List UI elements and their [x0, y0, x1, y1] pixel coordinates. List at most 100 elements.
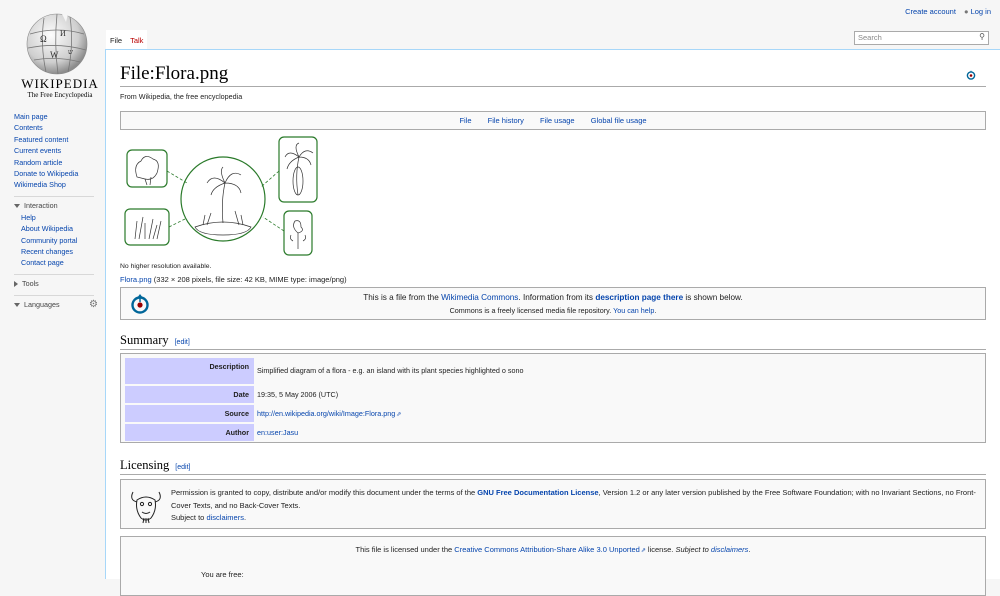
section-divider — [120, 474, 986, 475]
sidebar-section-languages[interactable]: Languages ⚙ — [14, 299, 100, 311]
sidebar-item-community-portal[interactable]: Community portal — [14, 235, 100, 246]
cc-text-part: . — [748, 545, 751, 554]
chevron-right-icon — [14, 280, 18, 287]
search-icon[interactable]: ⚲ — [979, 32, 985, 41]
sidebar: Main page Contents Featured content Curr… — [14, 111, 100, 311]
create-account-link[interactable]: Create account — [905, 7, 956, 16]
cc-text-part: This file is licensed under the — [355, 545, 455, 554]
chevron-down-icon — [14, 302, 20, 307]
sidebar-item-donate[interactable]: Donate to Wikipedia — [14, 168, 100, 179]
commons-text: . Information from its — [518, 293, 596, 302]
sidebar-item-random-article[interactable]: Random article — [14, 157, 100, 168]
file-meta: (332 × 208 pixels, file size: 42 KB, MIM… — [151, 275, 347, 284]
sidebar-divider — [14, 195, 94, 197]
file-link[interactable]: Flora.png — [120, 275, 152, 284]
svg-text:Ω: Ω — [40, 34, 47, 44]
log-in-link[interactable]: Log in — [971, 7, 991, 16]
sidebar-divider — [14, 294, 94, 296]
tab-file[interactable]: File — [106, 30, 127, 49]
content-area: File:Flora.png From Wikipedia, the free … — [105, 49, 1000, 596]
svg-text:ש: ש — [68, 48, 73, 56]
wordmark: WIKIPEDIA — [21, 76, 99, 91]
file-toc: File File history File usage Global file… — [120, 111, 986, 130]
toc-file-usage[interactable]: File usage — [540, 116, 575, 125]
sidebar-item-contents[interactable]: Contents — [14, 122, 100, 133]
gfdl-link[interactable]: GNU Free Documentation License — [477, 488, 598, 497]
licensing-heading: Licensing [edit] — [120, 458, 190, 473]
cc-text-part: license. — [645, 545, 676, 554]
table-row: Date 19:35, 5 May 2006 (UTC) — [125, 386, 981, 403]
sidebar-item-about[interactable]: About Wikipedia — [14, 223, 100, 234]
row-key: Date — [125, 386, 254, 403]
gfdl-notice: Permission is granted to copy, distribut… — [120, 479, 986, 529]
cc-disclaimers-link[interactable]: disclaimers — [711, 545, 749, 554]
summary-table: Description Simplified diagram of a flor… — [120, 353, 986, 443]
author-link[interactable]: en:user:Jasu — [257, 424, 298, 441]
disclaimers-link[interactable]: disclaimers — [206, 513, 244, 522]
gear-icon[interactable]: ⚙ — [89, 299, 98, 311]
toc-global-file-usage[interactable]: Global file usage — [591, 116, 647, 125]
cc-license-link[interactable]: Creative Commons Attribution-Share Alike… — [454, 545, 646, 554]
gnu-head-icon — [131, 491, 161, 524]
commons-line-1: This is a file from the Wikimedia Common… — [121, 293, 985, 302]
sidebar-divider — [14, 273, 94, 275]
file-info: Flora.png (332 × 208 pixels, file size: … — [120, 275, 347, 284]
sidebar-item-main-page[interactable]: Main page — [14, 111, 100, 122]
table-row: Author en:user:Jasu — [125, 424, 981, 441]
commons-text: . — [654, 306, 657, 315]
sidebar-section-label: Languages — [24, 299, 60, 309]
cc-license-notice: This file is licensed under the Creative… — [120, 536, 986, 596]
sidebar-item-wikimedia-shop[interactable]: Wikimedia Shop — [14, 179, 100, 190]
commons-icon[interactable] — [966, 70, 976, 80]
site-subtitle: From Wikipedia, the free encyclopedia — [120, 92, 243, 101]
title-divider — [120, 86, 986, 87]
summary-edit-link[interactable]: [edit] — [175, 339, 190, 346]
licensing-edit-link[interactable]: [edit] — [175, 464, 190, 471]
tagline: The Free Encyclopedia — [27, 91, 93, 99]
svg-text:И: И — [60, 29, 66, 38]
user-icon: ● — [964, 7, 969, 16]
wikipedia-logo[interactable]: Ω И W ש WIKIPEDIA The Free Encyclopedia — [8, 6, 103, 99]
commons-text: This is a file from the — [363, 293, 442, 302]
sidebar-section-interaction[interactable]: Interaction — [14, 200, 100, 212]
you-can-help-link[interactable]: You can help — [613, 306, 654, 315]
flora-diagram-image[interactable] — [123, 135, 323, 260]
gfdl-text-part: Subject to — [171, 513, 207, 522]
table-row: Description Simplified diagram of a flor… — [125, 358, 981, 384]
gfdl-text: Permission is granted to copy, distribut… — [171, 487, 983, 525]
page-tabs: File Talk — [106, 30, 148, 49]
commons-notice: This is a file from the Wikimedia Common… — [120, 287, 986, 320]
description-page-link[interactable]: description page there — [595, 293, 683, 302]
summary-heading: Summary [edit] — [120, 333, 190, 348]
row-key: Author — [125, 424, 254, 441]
personal-tools: Create account ● Log in — [899, 7, 991, 16]
search-input[interactable]: Search ⚲ — [854, 31, 989, 45]
sidebar-item-featured-content[interactable]: Featured content — [14, 134, 100, 145]
sidebar-item-current-events[interactable]: Current events — [14, 145, 100, 156]
svg-text:W: W — [50, 50, 59, 60]
toc-file[interactable]: File — [459, 116, 471, 125]
sidebar-section-tools[interactable]: Tools — [14, 278, 100, 290]
row-value: 19:35, 5 May 2006 (UTC) — [257, 390, 339, 399]
toc-file-history[interactable]: File history — [488, 116, 524, 125]
chevron-down-icon — [14, 203, 20, 208]
section-divider — [120, 349, 986, 350]
sidebar-item-help[interactable]: Help — [14, 212, 100, 223]
resolution-note: No higher resolution available. — [120, 263, 212, 270]
sidebar-section-label: Tools — [22, 278, 39, 288]
gfdl-text-part: . — [243, 513, 247, 522]
cc-text-part: Subject to — [675, 545, 711, 554]
licensing-heading-text: Licensing — [120, 458, 170, 472]
commons-text: Commons is a freely licensed media file … — [449, 306, 614, 315]
gfdl-text-part: Permission is granted to copy, distribut… — [171, 488, 478, 497]
summary-heading-text: Summary — [120, 333, 169, 347]
sidebar-item-recent-changes[interactable]: Recent changes — [14, 246, 100, 257]
sidebar-section-label: Interaction — [24, 200, 58, 210]
sidebar-item-contact-page[interactable]: Contact page — [14, 257, 100, 268]
page-title: File:Flora.png — [120, 63, 229, 84]
tab-talk[interactable]: Talk — [126, 30, 148, 49]
row-value: Simplified diagram of a flora - e.g. an … — [257, 366, 524, 375]
commons-line-2: Commons is a freely licensed media file … — [121, 306, 985, 315]
wikimedia-commons-link[interactable]: Wikimedia Commons — [441, 293, 518, 302]
source-link[interactable]: http://en.wikipedia.org/wiki/Image:Flora… — [257, 405, 401, 424]
